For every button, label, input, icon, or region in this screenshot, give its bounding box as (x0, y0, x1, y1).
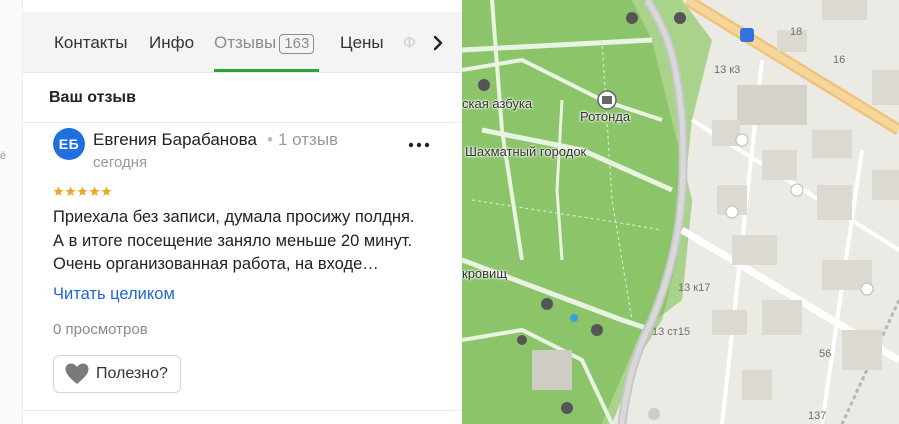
map-house-13k3: 13 к3 (714, 64, 741, 76)
tab-info[interactable]: Инфо (149, 33, 194, 53)
chevron-right-icon (433, 35, 443, 51)
star-icon (101, 186, 112, 196)
review-panel: Контакты Инфо Отзывы 163 Цены Ф Ваш отзыв… (22, 0, 463, 424)
star-icon (89, 186, 100, 196)
active-tab-indicator (214, 69, 319, 72)
map-label-chess[interactable]: Шахматный городок (465, 144, 586, 159)
tab-reviews-count: 163 (279, 34, 315, 54)
tab-contacts[interactable]: Контакты (54, 33, 127, 53)
map-house-137: 137 (808, 410, 827, 422)
author-review-count: 1 отзыв (278, 130, 339, 149)
tab-prices[interactable]: Цены (340, 33, 384, 53)
views-count: 0 просмотров (53, 321, 148, 338)
map-label-krovish[interactable]: кровищ (462, 266, 507, 281)
section-title: Ваш отзыв (49, 89, 136, 106)
review-author[interactable]: Евгения Барабанова (93, 130, 257, 150)
review-date: сегодня (93, 154, 148, 171)
section-divider (23, 122, 463, 123)
heart-icon (65, 363, 89, 384)
star-rating (53, 186, 112, 200)
map-house-16: 16 (833, 54, 846, 66)
map-label-rotonda[interactable]: Ротонда (580, 109, 630, 124)
gutter-text-fragment: ё (0, 150, 7, 162)
map-house-56: 56 (819, 348, 832, 360)
map-house-18: 18 (790, 26, 803, 38)
map-house-13k17: 13 к17 (678, 282, 711, 294)
map-label-azbuka[interactable]: ская азбука (462, 96, 532, 111)
more-dots-icon (408, 142, 430, 148)
star-icon (65, 186, 76, 196)
star-icon (53, 186, 64, 196)
useful-button[interactable]: Полезно? (53, 355, 181, 393)
panel-bottom-divider (23, 410, 463, 411)
tab-reviews[interactable]: Отзывы 163 (214, 33, 315, 54)
map-house-13st15: 13 ст15 (652, 326, 691, 338)
tab-reviews-label: Отзывы (214, 33, 277, 52)
tabs-bar: Контакты Инфо Отзывы 163 Цены Ф (23, 12, 463, 73)
read-more-link[interactable]: Читать целиком (53, 285, 175, 304)
author-separator: • (267, 130, 273, 149)
map[interactable]: ская азбука Ротонда Шахматный городок кр… (462, 0, 899, 424)
more-options-button[interactable] (405, 133, 433, 157)
tab-photos-partial[interactable]: Ф (403, 33, 416, 53)
star-icon (77, 186, 88, 196)
left-gutter: ё (0, 0, 22, 424)
avatar[interactable]: ЕБ (53, 128, 85, 160)
review-text: Приехала без записи, думала просижу полд… (53, 208, 415, 273)
tabs-next-button[interactable] (421, 26, 455, 60)
useful-label: Полезно? (96, 365, 168, 382)
